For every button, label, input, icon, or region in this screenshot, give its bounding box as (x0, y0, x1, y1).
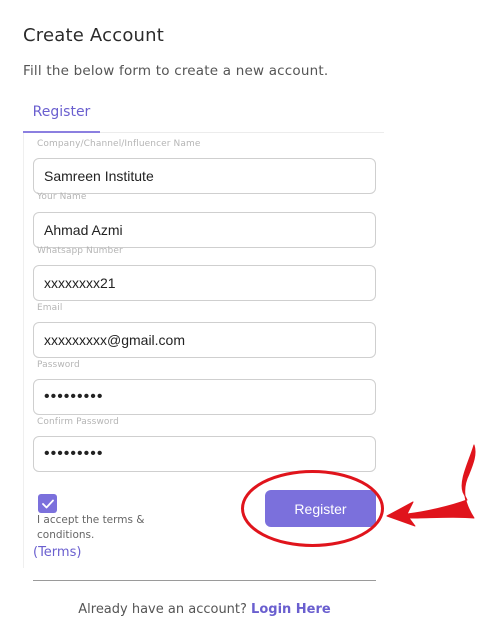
page-subtitle: Fill the below form to create a new acco… (23, 63, 329, 79)
whatsapp-number-input[interactable] (33, 265, 376, 301)
tab-register[interactable]: Register (23, 101, 100, 133)
tab-divider (100, 132, 384, 133)
confirm-password-input[interactable] (33, 436, 376, 472)
password-label: Password (37, 360, 80, 370)
your-name-input[interactable] (33, 212, 376, 248)
terms-text: I accept the terms & conditions. (37, 514, 145, 541)
checkmark-icon (41, 499, 54, 508)
your-name-label: Your Name (37, 192, 87, 202)
login-prompt-text: Already have an account? (78, 602, 252, 617)
company-name-input[interactable] (33, 158, 376, 194)
form-border-line (23, 133, 24, 568)
company-name-label: Company/Channel/Influencer Name (37, 139, 201, 149)
password-input[interactable] (33, 379, 376, 415)
pointer-arrow-icon (386, 444, 476, 527)
login-prompt: Already have an account? Login Here (0, 602, 409, 617)
tab-active-underline (23, 131, 100, 133)
register-button[interactable]: Register (265, 490, 376, 527)
page-title: Create Account (23, 25, 165, 46)
email-input[interactable] (33, 322, 376, 358)
terms-checkbox[interactable] (38, 494, 57, 513)
terms-link[interactable]: (Terms) (33, 545, 81, 560)
bottom-divider (33, 580, 376, 581)
whatsapp-number-label: Whatsapp Number (37, 246, 123, 256)
email-label: Email (37, 303, 63, 313)
confirm-password-label: Confirm Password (37, 417, 119, 427)
login-link[interactable]: Login Here (251, 602, 331, 617)
